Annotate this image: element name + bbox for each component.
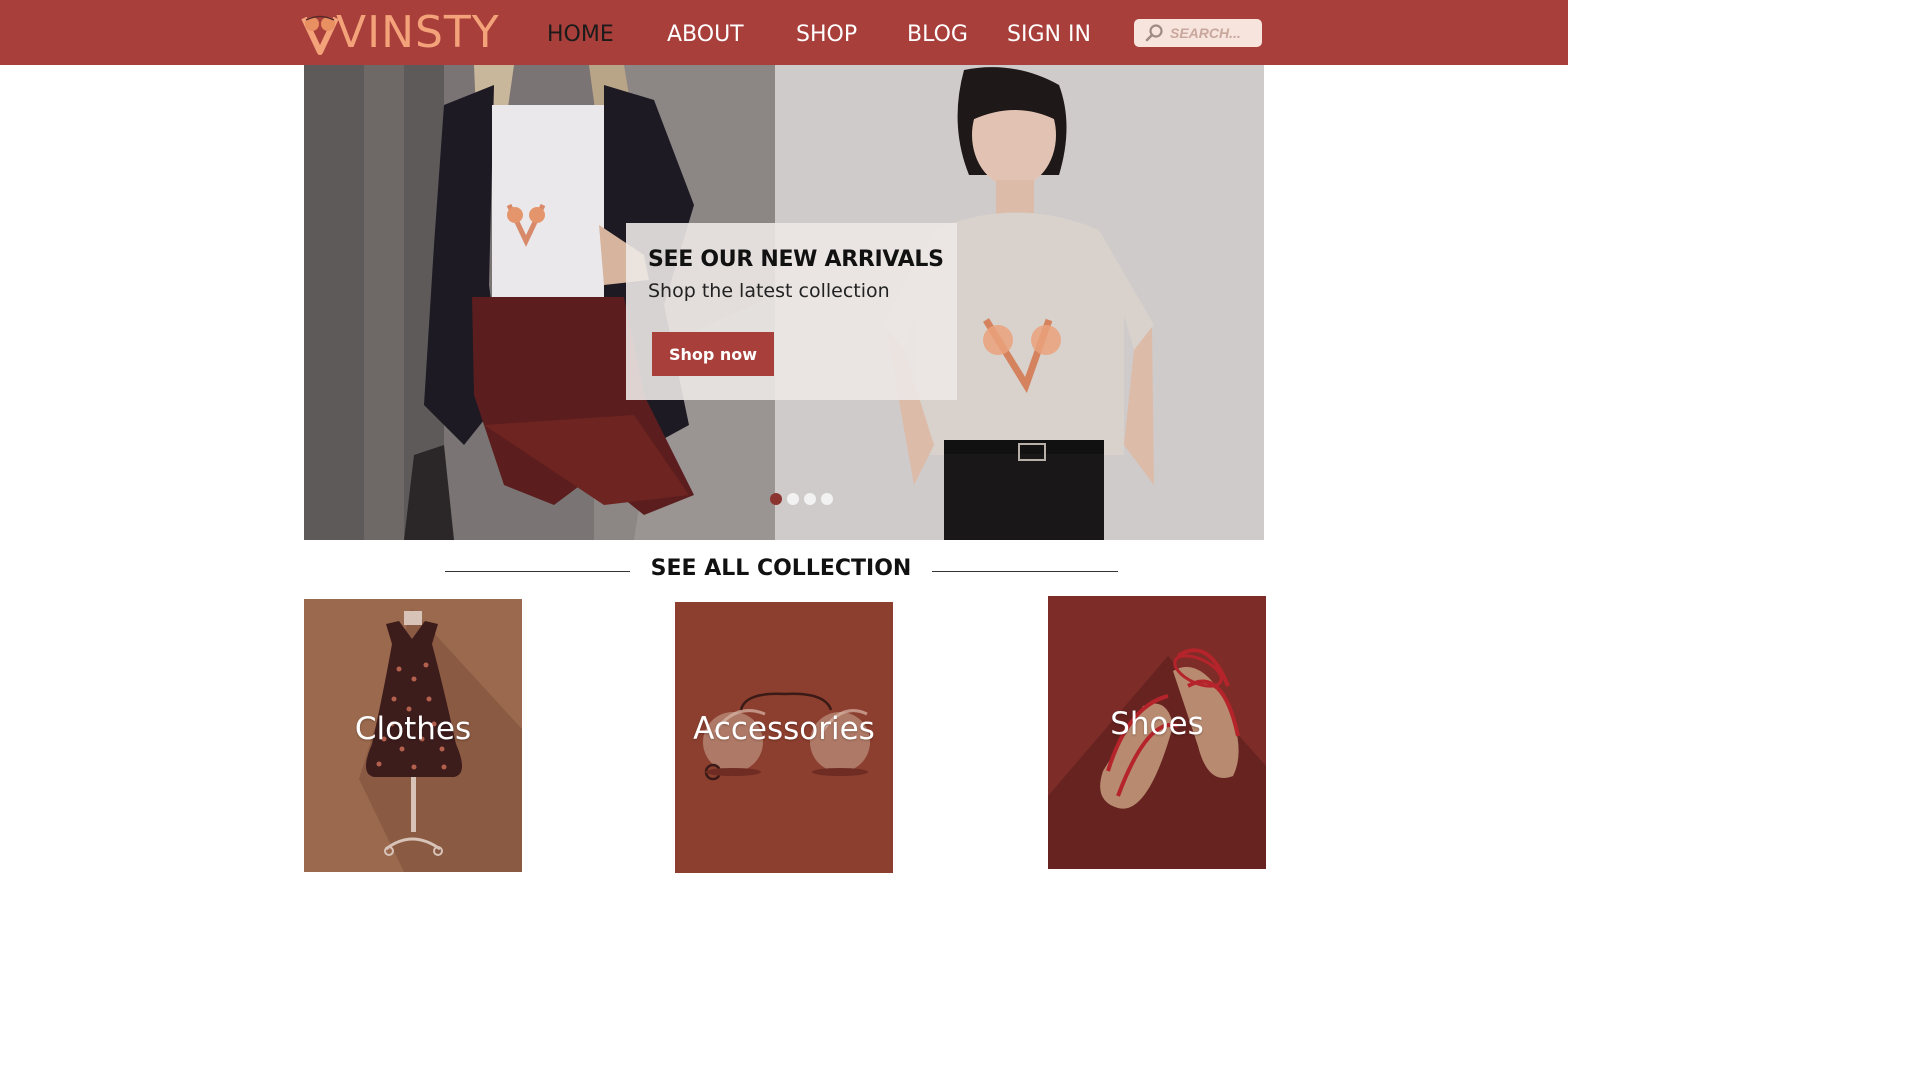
brand-logo[interactable]: VINSTY — [300, 4, 500, 62]
section-title: SEE ALL COLLECTION — [650, 556, 912, 581]
nav-sign-in[interactable]: SIGN IN — [1007, 18, 1091, 52]
shop-now-button[interactable]: Shop now — [652, 332, 774, 376]
nav-about[interactable]: ABOUT — [667, 18, 744, 52]
sunglasses-logo-icon — [301, 15, 339, 55]
hero-title: SEE OUR NEW ARRIVALS — [648, 247, 944, 272]
search-icon[interactable] — [1144, 23, 1164, 43]
divider-right — [932, 571, 1118, 572]
carousel-dot-1[interactable] — [770, 493, 782, 505]
category-label-clothes: Clothes — [354, 711, 472, 747]
search-input[interactable] — [1170, 25, 1260, 41]
nav-blog[interactable]: BLOG — [907, 18, 968, 52]
carousel-dot-2[interactable] — [787, 493, 799, 505]
carousel-dot-3[interactable] — [804, 493, 816, 505]
category-card-shoes[interactable]: Shoes — [1048, 596, 1266, 869]
nav-shop[interactable]: SHOP — [796, 18, 857, 52]
category-label-shoes: Shoes — [1110, 706, 1204, 742]
nav-home[interactable]: HOME — [547, 18, 614, 52]
hero-carousel: SEE OUR NEW ARRIVALS Shop the latest col… — [304, 65, 1264, 540]
carousel-indicators — [770, 493, 833, 505]
brand-name: VINSTY — [336, 7, 500, 58]
top-navigation-bar: VINSTY HOME ABOUT SHOP BLOG SIGN IN — [0, 0, 1568, 65]
search-box — [1134, 19, 1262, 47]
category-card-clothes[interactable]: Clothes — [304, 599, 522, 872]
category-label-accessories: Accessories — [693, 711, 875, 747]
divider-left — [445, 571, 630, 572]
category-card-accessories[interactable]: Accessories — [675, 602, 893, 873]
hero-subtitle: Shop the latest collection — [648, 280, 890, 302]
hero-promo-card: SEE OUR NEW ARRIVALS Shop the latest col… — [626, 223, 957, 400]
carousel-dot-4[interactable] — [821, 493, 833, 505]
